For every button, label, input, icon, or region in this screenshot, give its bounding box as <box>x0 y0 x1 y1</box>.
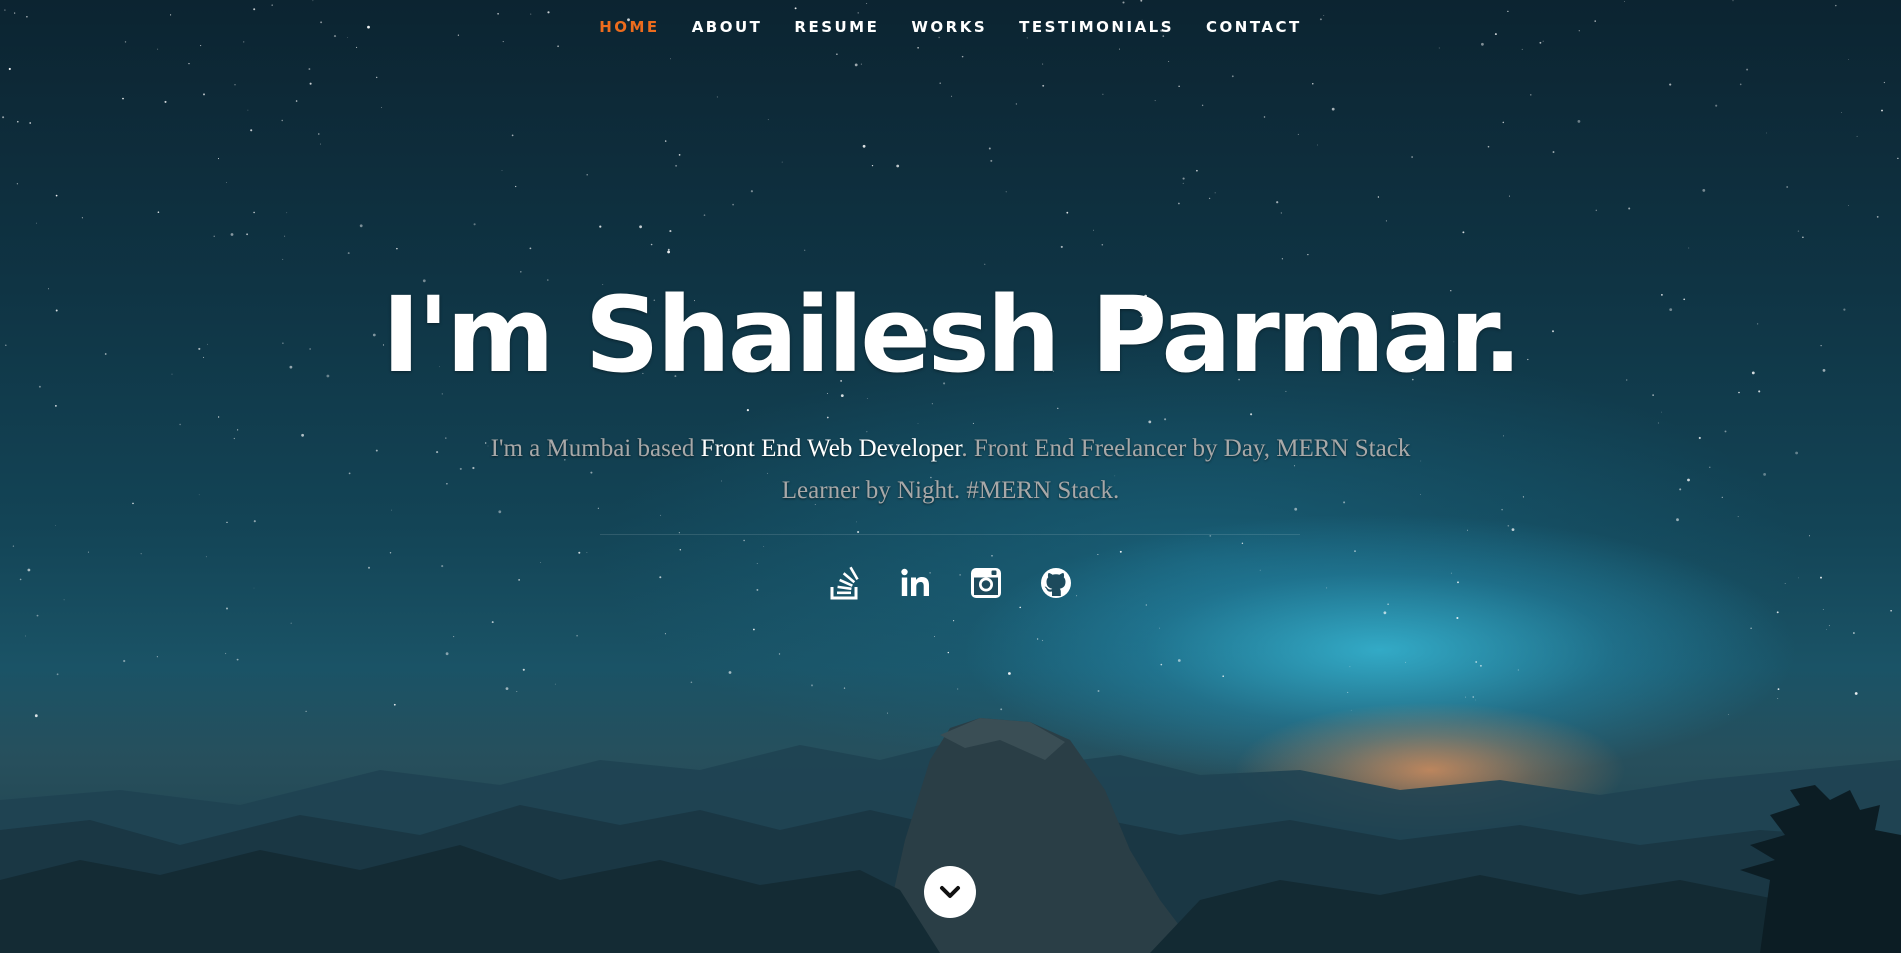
linkedin-link[interactable] <box>898 565 934 601</box>
github-link[interactable] <box>1038 565 1074 601</box>
github-icon <box>1040 568 1071 598</box>
stackoverflow-icon <box>830 566 859 600</box>
instagram-icon <box>970 568 1001 598</box>
hero-title: I'm Shailesh Parmar. <box>381 274 1523 396</box>
nav-item-resume[interactable]: RESUME <box>778 18 895 36</box>
nav-item-testimonials[interactable]: TESTIMONIALS <box>1003 18 1190 36</box>
nav-item-works[interactable]: WORKS <box>895 18 1003 36</box>
subtitle-intro: I'm a Mumbai based <box>490 435 701 462</box>
linkedin-icon <box>900 568 929 596</box>
main-nav: HOME ABOUT RESUME WORKS TESTIMONIALS CONTACT <box>0 18 1901 36</box>
social-links <box>0 565 1901 601</box>
nav-item-home[interactable]: HOME <box>583 18 675 36</box>
subtitle-highlight: Front End Web Developer <box>700 435 962 462</box>
hero-subtitle: I'm a Mumbai based Front End Web Develop… <box>490 428 1411 512</box>
stackoverflow-link[interactable] <box>828 565 864 601</box>
scroll-down-button[interactable] <box>924 866 976 918</box>
instagram-link[interactable] <box>968 565 1004 601</box>
chevron-down-icon <box>940 886 960 898</box>
nav-item-about[interactable]: ABOUT <box>676 18 779 36</box>
hero-divider <box>600 534 1300 535</box>
nav-item-contact[interactable]: CONTACT <box>1190 18 1318 36</box>
